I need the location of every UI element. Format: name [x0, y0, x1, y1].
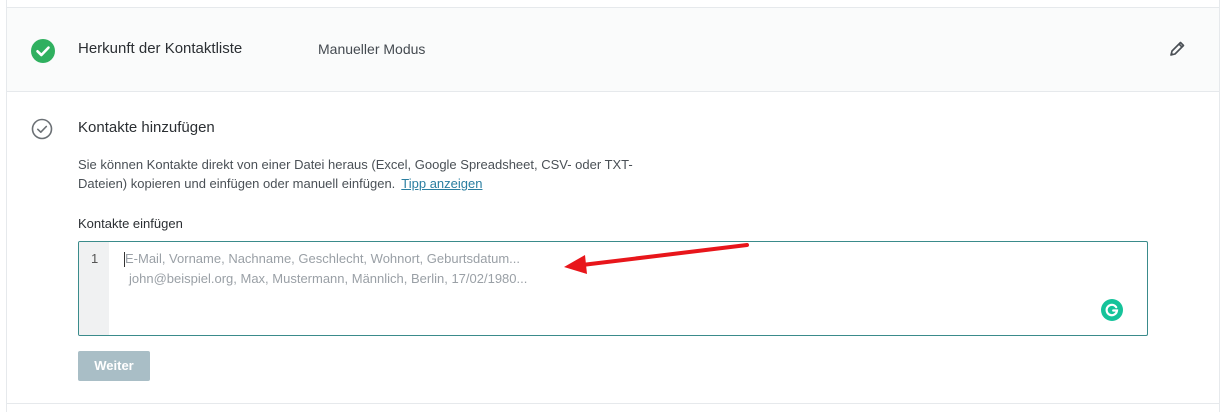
check-circle-icon	[31, 39, 55, 63]
placeholder-line-1: E-Mail, Vorname, Nachname, Geschlecht, W…	[125, 251, 520, 266]
line-gutter: 1	[79, 242, 109, 335]
tip-link[interactable]: Tipp anzeigen	[401, 176, 482, 191]
step-title: Kontakte hinzufügen	[78, 119, 215, 136]
step-summary: Manueller Modus	[318, 41, 426, 57]
contacts-textarea[interactable]: 1 E-Mail, Vorname, Nachname, Geschlecht,…	[78, 241, 1148, 336]
step-add-contacts: Kontakte hinzufügen Sie können Kontakte …	[7, 92, 1219, 404]
description-text: Sie können Kontakte direkt von einer Dat…	[78, 157, 633, 191]
line-number: 1	[91, 251, 99, 266]
pencil-icon[interactable]	[1167, 39, 1187, 59]
placeholder-line-2: john@beispiel.org, Max, Mustermann, Männ…	[129, 271, 528, 286]
step-title: Herkunft der Kontaktliste	[78, 40, 243, 57]
top-divider	[7, 0, 1219, 8]
step-contact-source: Herkunft der Kontaktliste Manueller Modu…	[7, 8, 1219, 92]
grammarly-icon[interactable]	[1101, 299, 1123, 321]
check-circle-outline-icon	[31, 118, 53, 140]
wizard-panel: Herkunft der Kontaktliste Manueller Modu…	[6, 0, 1220, 412]
step-description: Sie können Kontakte direkt von einer Dat…	[78, 155, 658, 193]
next-button[interactable]: Weiter	[78, 351, 150, 381]
field-label: Kontakte einfügen	[78, 216, 183, 231]
